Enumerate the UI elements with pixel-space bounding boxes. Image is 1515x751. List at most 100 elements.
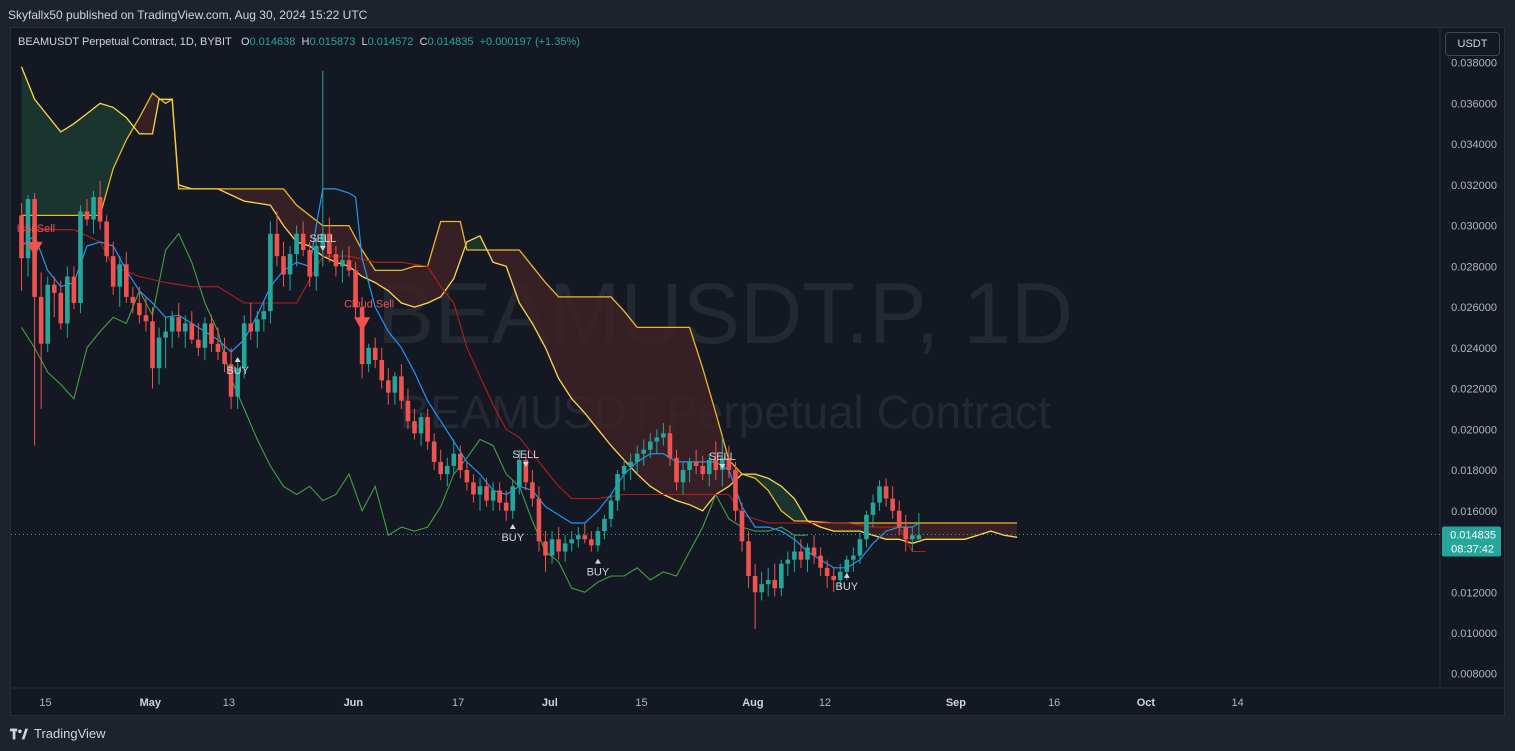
candle-body <box>281 256 286 275</box>
candle-body <box>602 518 607 532</box>
candle <box>281 241 286 287</box>
buy-triangle-icon <box>234 356 241 362</box>
candle <box>549 531 555 564</box>
price-tick-label: 0.010000 <box>1451 628 1497 640</box>
candle <box>78 205 83 314</box>
candle-body <box>615 474 620 501</box>
price-tick-label: 0.018000 <box>1451 465 1497 477</box>
candle <box>752 563 758 629</box>
candle-body <box>484 486 489 501</box>
candle <box>805 543 810 572</box>
candle <box>562 535 568 562</box>
candle-body <box>510 486 516 511</box>
candle-body <box>333 254 339 267</box>
candle-body <box>634 453 640 462</box>
candle <box>287 245 293 291</box>
candle-body <box>805 547 810 560</box>
candle-body <box>595 531 601 546</box>
buy-triangle-icon <box>843 572 850 578</box>
brand-name: TradingView <box>34 726 106 741</box>
candle <box>615 470 620 511</box>
time-axis: 15 May 13 Jun 17 Jul 15 Aug 12 Sep 16 Oct 14 <box>11 687 1504 709</box>
candle <box>25 195 31 277</box>
candle <box>130 286 136 314</box>
price-tick-label: 0.024000 <box>1451 343 1497 355</box>
candle-body <box>752 575 758 593</box>
candle-body <box>399 376 404 401</box>
candle-body <box>340 260 345 267</box>
candle-body <box>890 498 895 511</box>
candle-body <box>654 437 660 442</box>
candle-body <box>851 555 856 560</box>
candle-body <box>451 453 457 466</box>
candle <box>765 567 771 597</box>
time-tick-label: Aug <box>742 697 763 709</box>
sell-arrow-icon <box>354 317 371 332</box>
candle <box>556 527 561 560</box>
tradingview-logo[interactable]: TradingView <box>10 726 106 741</box>
candle <box>91 190 96 234</box>
candle-body <box>150 321 155 369</box>
candle <box>621 459 627 491</box>
candle <box>818 547 823 576</box>
candle-body <box>864 514 869 540</box>
candle <box>19 203 24 291</box>
candle-body <box>910 535 915 540</box>
signal-label: Ichi Sell <box>17 223 56 235</box>
candle-body <box>517 459 522 487</box>
time-tick-label: 13 <box>223 697 235 709</box>
signal-label: BUY <box>501 532 524 544</box>
signal-label: BUY <box>835 581 858 593</box>
candle-body <box>811 547 817 556</box>
candle-body <box>700 465 705 475</box>
candle-body <box>556 539 561 552</box>
candle <box>464 461 470 491</box>
candle <box>418 413 424 446</box>
price-tick-label: 0.016000 <box>1451 506 1497 518</box>
candle-body <box>202 323 208 348</box>
candle-body <box>372 347 378 361</box>
candle-body <box>543 541 548 556</box>
time-tick-label: 16 <box>1048 697 1060 709</box>
candle <box>117 256 123 308</box>
bar-countdown-label: 08:37:42 <box>1451 544 1494 556</box>
candle-body <box>503 502 509 511</box>
candle-body <box>844 559 850 572</box>
candle <box>189 311 195 344</box>
candle-body <box>176 317 181 332</box>
candle-body <box>143 315 149 322</box>
candle-body <box>65 276 70 324</box>
candle-body <box>241 323 247 369</box>
signal-marker: BUY <box>587 558 610 579</box>
price-tick-label: 0.034000 <box>1451 139 1497 151</box>
candle-body <box>733 470 738 511</box>
candlestick-chart[interactable]: BEAMUSDT.P, 1D BEAMUSDT Perpetual Contra… <box>0 0 1515 751</box>
candle <box>864 510 869 548</box>
cloud-segment <box>21 66 137 216</box>
candle-body <box>589 539 594 546</box>
candle-body <box>425 417 430 442</box>
candle-body <box>196 339 201 348</box>
candle-body <box>569 539 574 544</box>
candle-body <box>785 559 791 564</box>
buy-triangle-icon <box>594 558 601 564</box>
watermark: BEAMUSDT.P, 1D BEAMUSDT Perpetual Contra… <box>377 266 1073 438</box>
candle-body <box>124 264 129 297</box>
candle-body <box>674 457 679 483</box>
candle <box>877 480 882 511</box>
time-tick-label: Jun <box>344 697 364 709</box>
candle-body <box>78 211 83 303</box>
candle-body <box>857 539 863 556</box>
candle <box>386 368 391 405</box>
cloud-segment <box>221 188 467 308</box>
price-tick-label: 0.012000 <box>1451 587 1497 599</box>
signal-marker: BUY <box>501 524 525 544</box>
candle <box>65 266 70 338</box>
candle <box>582 523 588 544</box>
candle-body <box>294 233 299 255</box>
candle-body <box>97 197 103 222</box>
candle-body <box>366 347 371 365</box>
candle <box>255 311 260 348</box>
candle-body <box>386 380 391 393</box>
currency-selector[interactable]: USDT <box>1445 32 1500 56</box>
